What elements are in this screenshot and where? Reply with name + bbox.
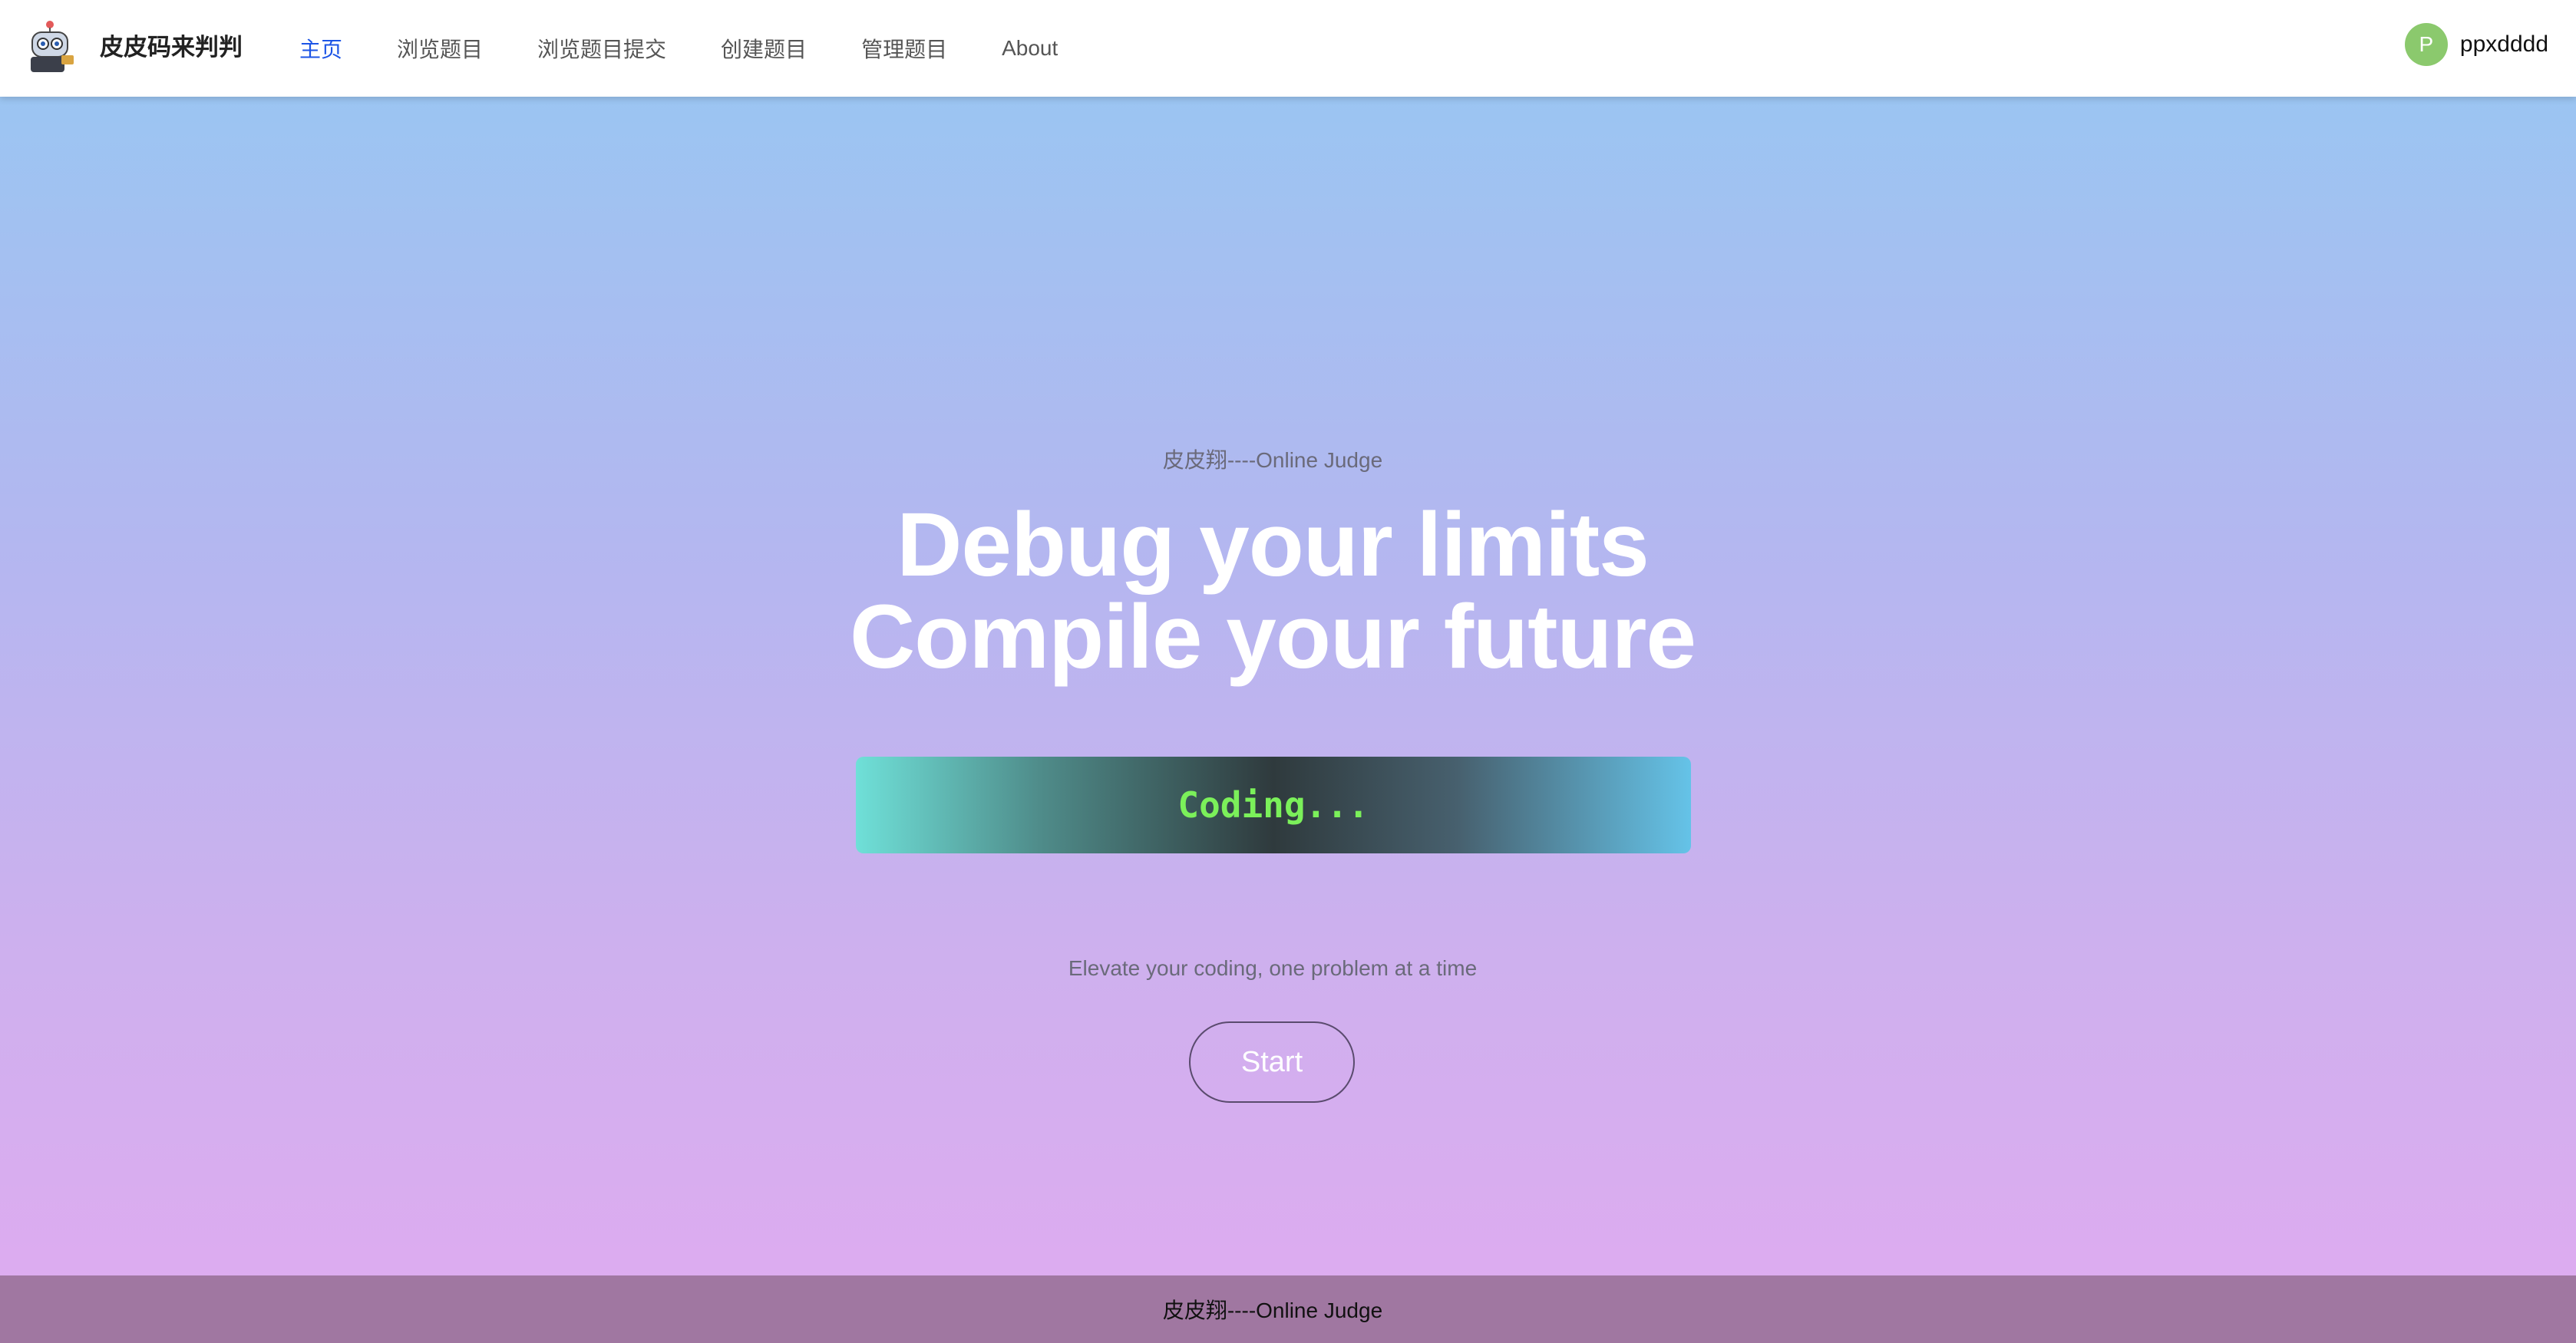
coding-banner: Coding...: [856, 757, 1691, 853]
nav-item-browse-problems[interactable]: 浏览题目: [397, 33, 483, 64]
nav-item-manage-problems[interactable]: 管理题目: [861, 33, 947, 64]
robot-mascot-icon[interactable]: [23, 17, 77, 74]
hero-subtitle: Elevate your coding, one problem at a ti…: [1068, 956, 1478, 980]
nav-item-browse-submissions[interactable]: 浏览题目提交: [537, 33, 666, 64]
avatar[interactable]: P: [2404, 23, 2448, 66]
coding-text: Coding...: [1177, 784, 1369, 826]
nav-item-create-problem[interactable]: 创建题目: [721, 33, 807, 64]
user-menu[interactable]: P ppxdddd: [2404, 23, 2548, 66]
brand-title[interactable]: 皮皮码来判判: [100, 28, 243, 62]
top-navbar: 皮皮码来判判 主页 浏览题目 浏览题目提交 创建题目 管理题目 About P …: [0, 0, 2576, 97]
username[interactable]: ppxdddd: [2460, 31, 2548, 58]
footer-text: 皮皮翔----Online Judge: [1162, 1298, 1383, 1322]
nav-item-about[interactable]: About: [1002, 36, 1058, 61]
hero-tagline: 皮皮翔----Online Judge: [1162, 448, 1383, 472]
main-nav: 主页 浏览题目 浏览题目提交 创建题目 管理题目 About: [299, 0, 1112, 97]
footer: 皮皮翔----Online Judge: [0, 1275, 2576, 1343]
page: 皮皮码来判判 主页 浏览题目 浏览题目提交 创建题目 管理题目 About P …: [0, 0, 2576, 1343]
hero-headline: Debug your limits Compile your future: [0, 499, 2545, 683]
headline-line-2: Compile your future: [849, 586, 1696, 688]
nav-item-home[interactable]: 主页: [299, 33, 342, 64]
start-button[interactable]: Start: [1189, 1021, 1355, 1103]
headline-line-1: Debug your limits: [897, 494, 1650, 596]
